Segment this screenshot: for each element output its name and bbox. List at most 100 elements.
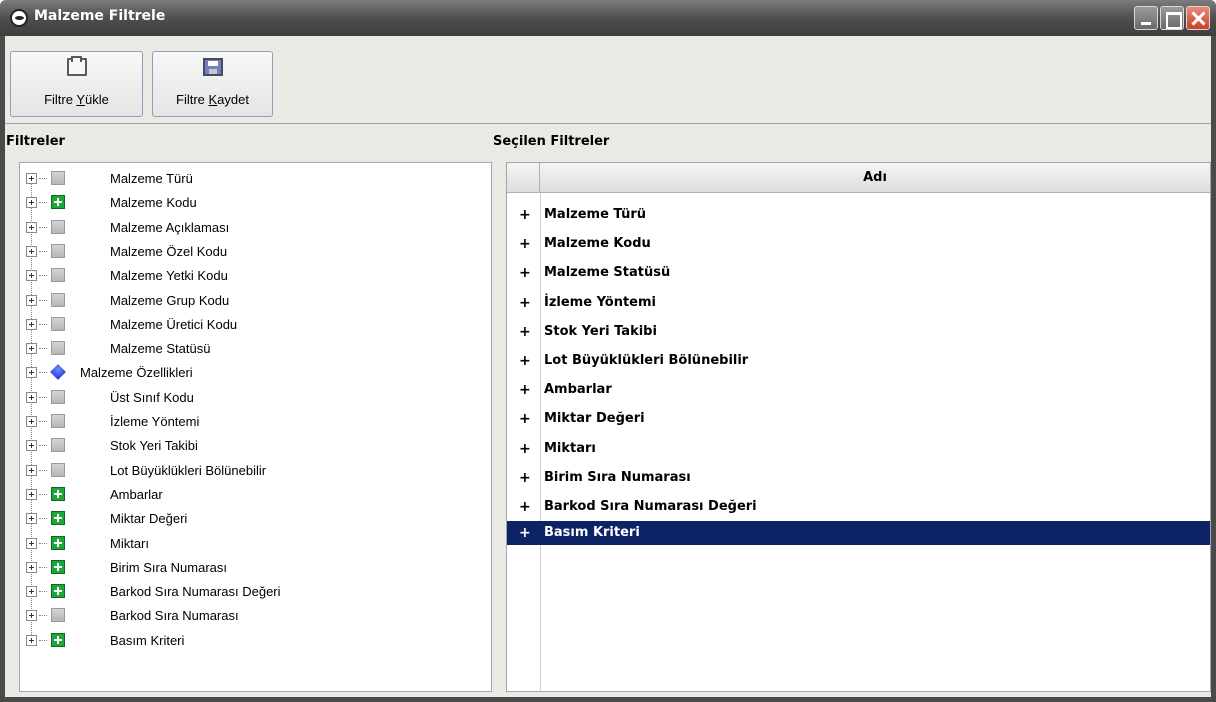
tree-connector <box>39 323 47 325</box>
tree-item-label: Malzeme Grup Kodu <box>110 292 230 308</box>
selected-filters-grid[interactable]: Adı + Malzeme Türü + Malzeme Kodu + Malzeme S… <box>506 162 1211 692</box>
expand-plus-icon[interactable] <box>26 367 37 379</box>
row-expand-marker[interactable]: + <box>519 382 531 398</box>
expand-plus-icon[interactable] <box>26 464 37 476</box>
row-expand-marker[interactable]: + <box>519 499 531 515</box>
tree-item[interactable]: Miktarı <box>20 532 490 556</box>
tree-item-label: İzleme Yöntemi <box>110 414 200 429</box>
row-expand-marker[interactable]: + <box>519 236 531 252</box>
grid-row-name: Miktar Değeri <box>544 411 645 427</box>
tree-connector <box>39 372 47 374</box>
row-indicator-header <box>507 163 540 193</box>
tree-item[interactable]: Malzeme Yetki Kodu <box>20 264 490 288</box>
save-filter-button[interactable]: Filtre Kaydet <box>152 51 273 117</box>
toolbar: Filtre Yükle Filtre Kaydet <box>5 36 1211 124</box>
close-button[interactable] <box>1186 6 1210 30</box>
expand-plus-icon[interactable] <box>26 270 37 282</box>
tree-item[interactable]: Malzeme Özellikleri <box>20 361 490 385</box>
tree-item-label: Malzeme Özel Kodu <box>110 243 228 259</box>
tree-item[interactable]: Malzeme Özel Kodu <box>20 240 490 264</box>
grid-row[interactable]: + Malzeme Statüsü <box>507 258 1210 287</box>
gray-square-icon <box>51 292 65 307</box>
expand-plus-icon[interactable] <box>26 610 37 622</box>
grid-row-name: İzleme Yöntemi <box>544 294 657 310</box>
tree-item[interactable]: Basım Kriteri <box>20 629 490 653</box>
row-expand-marker[interactable]: + <box>519 353 531 369</box>
grid-row[interactable]: + Ambarlar <box>507 375 1210 404</box>
tree-connector <box>39 591 47 593</box>
expand-plus-icon[interactable] <box>26 537 37 549</box>
expand-plus-icon[interactable] <box>26 416 37 427</box>
grid-row[interactable]: + Miktarı <box>507 434 1210 463</box>
expand-plus-icon[interactable] <box>26 197 37 209</box>
grid-row-name: Malzeme Kodu <box>544 236 651 252</box>
tree-item[interactable]: Malzeme Grup Kodu <box>20 289 490 313</box>
tree-item[interactable]: Ambarlar <box>20 483 490 507</box>
green-plus-icon <box>51 584 65 599</box>
tree-item[interactable]: Birim Sıra Numarası <box>20 556 490 580</box>
title-bar[interactable]: Malzeme Filtrele <box>0 0 1216 36</box>
load-filter-button[interactable]: Filtre Yükle <box>10 51 143 117</box>
grid-row[interactable]: + Stok Yeri Takibi <box>507 317 1210 346</box>
expand-plus-icon[interactable] <box>26 245 37 257</box>
gray-square-icon <box>51 219 65 234</box>
expand-plus-icon[interactable] <box>26 221 37 233</box>
grid-row[interactable]: + İzleme Yöntemi <box>507 288 1210 317</box>
tree-connector <box>39 493 47 495</box>
tree-item[interactable]: Lot Büyüklükleri Bölünebilir <box>20 459 490 483</box>
green-plus-icon <box>51 195 65 210</box>
row-expand-marker[interactable]: + <box>519 324 531 340</box>
expand-plus-icon[interactable] <box>26 586 37 598</box>
minimize-button[interactable] <box>1134 6 1158 30</box>
tree-item-label: Birim Sıra Numarası <box>110 559 228 575</box>
tree-item[interactable]: Barkod Sıra Numarası Değeri <box>20 580 490 604</box>
tree-connector <box>39 250 47 252</box>
grid-row[interactable]: + Miktar Değeri <box>507 404 1210 433</box>
tree-item[interactable]: Malzeme Üretici Kodu <box>20 313 490 337</box>
row-expand-marker[interactable]: + <box>519 207 531 223</box>
row-expand-marker[interactable]: + <box>519 295 531 311</box>
row-expand-marker[interactable]: + <box>519 265 531 281</box>
expand-plus-icon[interactable] <box>26 343 37 355</box>
grid-row[interactable]: + Malzeme Kodu <box>507 229 1210 258</box>
tree-item[interactable]: Barkod Sıra Numarası <box>20 604 490 628</box>
tree-connector <box>39 615 47 617</box>
expand-plus-icon[interactable] <box>26 561 37 573</box>
tree-item[interactable]: İzleme Yöntemi <box>20 410 490 434</box>
gray-square-icon <box>51 414 65 428</box>
tree-item-label: Basım Kriteri <box>110 632 185 648</box>
tree-item-label: Stok Yeri Takibi <box>110 438 198 454</box>
row-expand-marker[interactable]: + <box>519 525 531 541</box>
grid-row-selected[interactable]: + Basım Kriteri <box>507 521 1210 546</box>
filters-tree[interactable]: Malzeme Türü Malzeme Kodu Malzeme Açıklama… <box>19 162 492 692</box>
expand-plus-icon[interactable] <box>26 634 37 646</box>
gray-square-icon <box>51 341 65 356</box>
tree-item[interactable]: Üst Sınıf Kodu <box>20 386 490 410</box>
column-header-name[interactable]: Adı <box>540 170 1210 185</box>
expand-plus-icon[interactable] <box>26 440 37 452</box>
tree-item-label: Miktar Değeri <box>110 511 188 527</box>
tree-item[interactable]: Stok Yeri Takibi <box>20 434 490 458</box>
tree-item[interactable]: Malzeme Statüsü <box>20 337 490 361</box>
row-expand-marker[interactable]: + <box>519 470 531 486</box>
expand-plus-icon[interactable] <box>26 488 37 500</box>
row-expand-marker[interactable]: + <box>519 411 531 427</box>
grid-row[interactable]: + Barkod Sıra Numarası Değeri <box>507 492 1210 521</box>
grid-row[interactable]: + Lot Büyüklükleri Bölünebilir <box>507 346 1210 375</box>
tree-item[interactable]: Malzeme Kodu <box>20 191 490 215</box>
tree-item[interactable]: Malzeme Açıklaması <box>20 216 490 240</box>
grid-row[interactable]: + Malzeme Türü <box>507 200 1210 229</box>
tree-connector <box>39 542 47 544</box>
row-expand-marker[interactable]: + <box>519 441 531 457</box>
expand-plus-icon[interactable] <box>26 391 37 403</box>
grid-row[interactable]: + Birim Sıra Numarası <box>507 463 1210 492</box>
expand-plus-icon[interactable] <box>26 173 37 184</box>
tree-connector <box>39 566 47 568</box>
maximize-button[interactable] <box>1160 6 1184 30</box>
expand-plus-icon[interactable] <box>26 294 37 306</box>
tree-item[interactable]: Malzeme Türü <box>20 167 490 191</box>
grid-row-name: Miktarı <box>544 440 596 456</box>
tree-item[interactable]: Miktar Değeri <box>20 507 490 531</box>
expand-plus-icon[interactable] <box>26 513 37 525</box>
expand-plus-icon[interactable] <box>26 318 37 330</box>
